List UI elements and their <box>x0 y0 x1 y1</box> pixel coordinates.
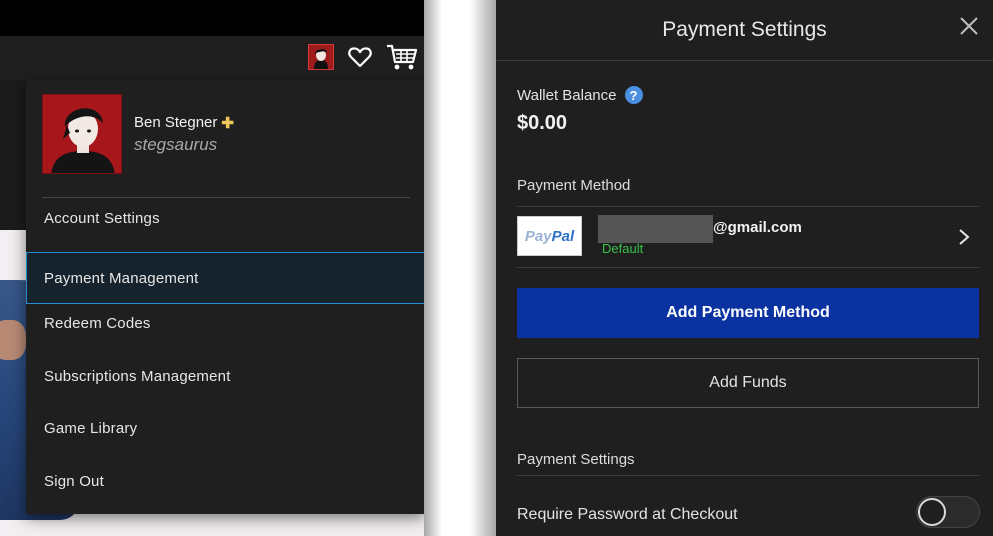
profile-names: Ben Stegner ✚ stegsaurus <box>134 114 234 155</box>
gutter-shadow-right <box>470 0 496 536</box>
close-icon <box>960 17 978 35</box>
close-button[interactable] <box>957 14 981 38</box>
profile-avatar <box>42 94 122 174</box>
paypal-logo-pay: Pay <box>524 227 552 245</box>
redacted-email-block <box>598 215 713 243</box>
payment-method-rule-bottom <box>517 267 979 268</box>
avatar[interactable] <box>308 44 334 70</box>
require-password-label: Require Password at Checkout <box>517 506 738 523</box>
payment-settings-panel: Payment Settings Wallet Balance ? $0.00 … <box>496 0 993 536</box>
menu-item-redeem-codes[interactable]: Redeem Codes <box>26 297 424 349</box>
profile-portrait-icon <box>51 108 115 173</box>
profile-display-name: Ben Stegner <box>134 114 218 131</box>
payment-settings-rule <box>517 475 979 476</box>
menu-item-subscriptions-management[interactable]: Subscriptions Management <box>26 350 424 402</box>
help-icon[interactable]: ? <box>624 86 643 104</box>
plus-badge-icon: ✚ <box>221 114 234 132</box>
store-window: Ben Stegner ✚ stegsaurus Account Setting… <box>0 0 424 536</box>
wallet-balance-row: Wallet Balance ? <box>517 86 643 104</box>
payment-method-heading: Payment Method <box>517 177 631 194</box>
require-password-toggle[interactable] <box>916 496 980 528</box>
cart-icon[interactable] <box>386 43 418 71</box>
payment-settings-heading: Payment Settings <box>517 451 635 468</box>
wallet-balance-amount: $0.00 <box>517 112 568 134</box>
add-payment-method-button[interactable]: Add Payment Method <box>517 288 979 338</box>
paypal-email: @gmail.com <box>713 219 802 236</box>
profile-display-name-row: Ben Stegner ✚ <box>134 114 234 132</box>
menu-item-game-library[interactable]: Game Library <box>26 402 424 454</box>
panel-header: Payment Settings <box>496 0 993 61</box>
add-funds-button[interactable]: Add Funds <box>517 358 979 408</box>
paypal-logo-pal: Pal <box>551 227 575 245</box>
paypal-logo: Pay Pal <box>517 216 582 256</box>
menu-item-account-settings[interactable]: Account Settings <box>26 192 424 244</box>
paypal-payment-method-row[interactable]: Pay Pal @gmail.com Default <box>517 207 979 267</box>
menu-item-sign-out[interactable]: Sign Out <box>26 455 424 507</box>
store-top-bar <box>0 0 424 36</box>
gutter-shadow-left <box>424 0 442 536</box>
wallet-balance-label: Wallet Balance <box>517 86 617 104</box>
avatar-portrait-icon <box>314 48 328 69</box>
panel-title: Payment Settings <box>662 18 827 41</box>
default-badge: Default <box>602 241 644 256</box>
account-dropdown-menu: Ben Stegner ✚ stegsaurus Account Setting… <box>26 80 424 514</box>
hero-hand-image <box>0 320 26 360</box>
profile-handle: stegsaurus <box>134 134 218 154</box>
chevron-right-icon <box>959 229 970 245</box>
heart-icon[interactable] <box>348 46 372 68</box>
profile-header[interactable]: Ben Stegner ✚ stegsaurus <box>42 94 234 174</box>
toggle-knob <box>918 498 946 526</box>
nav-icon-group <box>308 41 418 73</box>
